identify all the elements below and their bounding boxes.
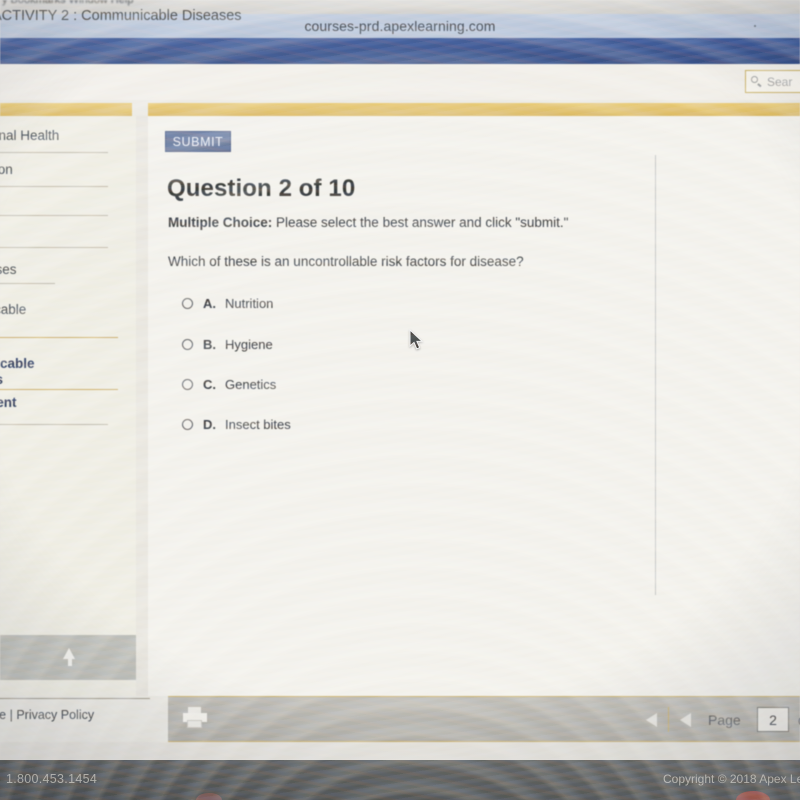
answer-letter-d: D. — [203, 417, 216, 432]
submit-button[interactable]: SUBMIT — [165, 131, 231, 152]
instruction-line: Multiple Choice: Please select the best … — [168, 215, 568, 230]
answer-text-c: Genetics — [225, 377, 277, 392]
page-number-input[interactable]: 2 — [757, 707, 789, 732]
mouse-cursor — [409, 329, 424, 350]
sidebar-item-7[interactable]: dent — [0, 395, 17, 410]
search-input[interactable]: Sear — [745, 70, 800, 93]
answer-letter-a: A. — [203, 296, 216, 311]
answer-option-a[interactable]: A. Nutrition — [182, 296, 273, 311]
content-vertical-divider — [655, 155, 656, 595]
address-bar-dot — [754, 25, 756, 27]
sidebar-item-1[interactable]: ition — [0, 162, 13, 177]
sidebar-divider-1 — [0, 186, 108, 187]
footer-links[interactable]: of Use | Privacy Policy — [0, 708, 94, 722]
gold-band-right — [148, 103, 800, 116]
radio-button-d[interactable] — [182, 419, 193, 430]
answer-text-a: Nutrition — [225, 296, 274, 311]
search-icon — [751, 76, 762, 87]
sidebar-divider-6 — [0, 389, 118, 390]
gold-band-left — [0, 103, 132, 116]
question-heading: Question 2 of 10 — [167, 175, 356, 202]
printer-icon[interactable] — [182, 707, 208, 729]
sidebar-item-6[interactable]: es — [0, 372, 3, 387]
radio-button-b[interactable] — [182, 339, 193, 350]
sidebar-divider-3 — [0, 247, 108, 248]
scroll-to-top-button[interactable] — [0, 635, 136, 680]
content-left-gutter — [136, 116, 148, 696]
question-text: Which of these is an uncontrollable risk… — [168, 254, 524, 269]
answer-letter-b: B. — [203, 337, 216, 352]
footer-divider-top — [0, 698, 150, 699]
bookmarks-bar-text: y Bookmarks Window Help — [2, 0, 134, 6]
site-blue-banner — [0, 38, 800, 64]
previous-page-arrow-icon[interactable] — [680, 713, 691, 727]
desk-object-a — [196, 793, 222, 800]
screen-photo: y Bookmarks Window Help courses-prd.apex… — [0, 0, 800, 800]
app-header — [0, 64, 800, 100]
first-page-arrow-icon[interactable] — [646, 713, 657, 727]
sidebar-divider-4 — [0, 283, 55, 284]
toolbar-separator — [668, 707, 669, 732]
course-sidebar — [0, 116, 136, 696]
sidebar-item-2[interactable]: ases — [0, 262, 17, 277]
question-panel — [136, 116, 800, 696]
answer-text-d: Insect bites — [225, 417, 291, 432]
sidebar-item-0[interactable]: ional Health — [0, 128, 59, 143]
instruction-rest: Please select the best answer and click … — [272, 215, 569, 230]
search-placeholder: Sear — [767, 74, 793, 89]
page-toolbar: Page 2 o — [168, 696, 800, 742]
sidebar-divider-5 — [0, 337, 118, 338]
sidebar-item-5[interactable]: nicable — [0, 356, 35, 371]
printer-icon-output — [187, 720, 202, 728]
sidebar-divider-0 — [0, 152, 108, 153]
sidebar-item-3[interactable]: iicable — [0, 302, 26, 317]
phone-number: 1.800.453.1454 — [6, 772, 98, 786]
answer-text-b: Hygiene — [225, 337, 273, 352]
scroll-to-top-arrow-stem — [68, 658, 72, 666]
copyright-text: Copyright © 2018 Apex Lea — [663, 772, 800, 786]
activity-title: ACTIVITY 2 : Communicable Diseases — [0, 8, 242, 24]
sidebar-divider-2 — [0, 215, 108, 216]
answer-option-b[interactable]: B. Hygiene — [182, 337, 273, 352]
url-text: courses-prd.apexlearning.com — [304, 18, 496, 34]
answer-option-c[interactable]: C. Genetics — [182, 377, 276, 392]
answer-option-d[interactable]: D. Insect bites — [182, 417, 291, 432]
page-bottom-edge — [0, 742, 800, 760]
page-label: Page — [708, 712, 741, 728]
instruction-lead: Multiple Choice: — [168, 215, 273, 230]
radio-button-a[interactable] — [182, 298, 193, 309]
sidebar-divider-7 — [0, 424, 108, 425]
radio-button-c[interactable] — [182, 379, 193, 390]
answer-letter-c: C. — [203, 377, 216, 392]
